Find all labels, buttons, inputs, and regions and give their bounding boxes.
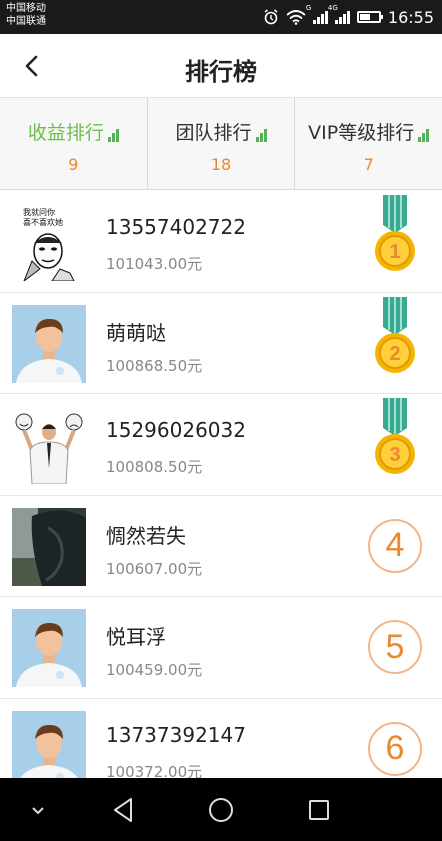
tab-team-ranking[interactable]: 团队排行 18 [148,98,296,189]
ranking-row[interactable]: 15296026032 100808.50元 3 [0,394,442,496]
user-income: 100607.00元 [106,559,203,578]
carrier-1: 中国移动 [6,3,46,14]
user-name: 13737392147 [106,722,246,747]
clock: 16:55 [387,7,434,27]
system-nav-bar [0,778,442,841]
ranking-row[interactable]: 萌萌哒 100868.50元 2 [0,292,442,394]
tab-label: 收益排行 [28,118,119,145]
battery-icon [356,11,383,23]
back-triangle-icon [114,798,132,822]
signal-4g-icon: 4G [328,4,350,24]
user-name: 悦耳浮 [106,625,166,649]
photo-avatar [12,507,86,586]
tab-label-text: 收益排行 [27,122,104,144]
medal-rank: 3 [389,444,400,466]
signal-icon: G [306,4,328,24]
ranking-row[interactable]: 悦耳浮 100459.00元 5 [0,597,442,699]
nav-home-button[interactable] [203,792,239,828]
home-circle-icon [209,798,233,822]
tab-label: 团队排行 [176,118,267,145]
medal-rank: 1 [389,241,400,263]
medal-rank: 2 [389,343,400,365]
ranking-row[interactable]: 我就问你 喜不喜欢她 13557402722 101043.00元 1 [0,191,442,293]
bar-chart-icon [418,128,430,142]
tab-count: 18 [210,155,232,174]
tab-vip-ranking[interactable]: VIP等级排行 7 [295,98,442,189]
rank-badge: 6 [368,721,422,776]
tab-label-text: VIP等级排行 [308,122,415,144]
carrier-info: 中国移动 中国联通 [6,2,46,28]
tab-label: VIP等级排行 [308,118,430,145]
ranking-row[interactable]: 惆然若失 100607.00元 4 [0,495,442,597]
nav-back-button[interactable] [105,792,141,828]
gold-medal-icon: 1 [375,195,415,271]
user-name: 15296026032 [106,418,246,442]
nav-recents-button[interactable] [301,792,337,828]
tab-count: 7 [363,155,374,174]
businessman-avatar [12,406,86,484]
user-income: 100868.50元 [106,356,203,375]
user-income: 100459.00元 [106,661,203,679]
wifi-icon [286,9,306,25]
avatar-caption-1: 我就问你 [23,207,55,217]
user-income: 101043.00元 [106,255,203,273]
bar-chart-icon [107,128,119,142]
rank-badge: 5 [368,620,422,674]
alarm-icon [264,9,278,25]
hide-keyboard-button[interactable] [20,792,56,828]
rank-badge: 4 [368,518,422,573]
default-avatar [12,609,86,687]
app-header: 排行榜 [0,34,442,98]
carrier-2: 中国联通 [6,16,46,27]
tab-count: 9 [68,155,79,174]
chevron-down-icon [32,807,44,815]
tab-label-text: 团队排行 [175,122,252,144]
bar-chart-icon [255,128,267,142]
recents-square-icon [309,800,329,820]
avatar-caption-2: 喜不喜欢她 [23,217,63,227]
silver-medal-icon: 2 [375,296,415,373]
user-income: 100808.50元 [106,458,203,476]
default-avatar [12,710,86,789]
user-name: 惆然若失 [106,523,186,548]
page-title: 排行榜 [185,58,257,86]
default-avatar [12,304,86,383]
user-name: 萌萌哒 [106,320,166,345]
ranking-tabs: 收益排行 9 团队排行 18 VIP等级排行 7 [0,98,442,190]
meme-avatar: 我就问你 喜不喜欢她 [12,203,86,281]
status-bar: 中国移动 中国联通 G 4G 16:55 [0,0,442,34]
tab-income-ranking[interactable]: 收益排行 9 [0,98,148,189]
bronze-medal-icon: 3 [375,398,415,474]
ranking-list: 我就问你 喜不喜欢她 13557402722 101043.00元 1 萌萌哒 … [0,191,442,800]
user-name: 13557402722 [106,215,246,239]
